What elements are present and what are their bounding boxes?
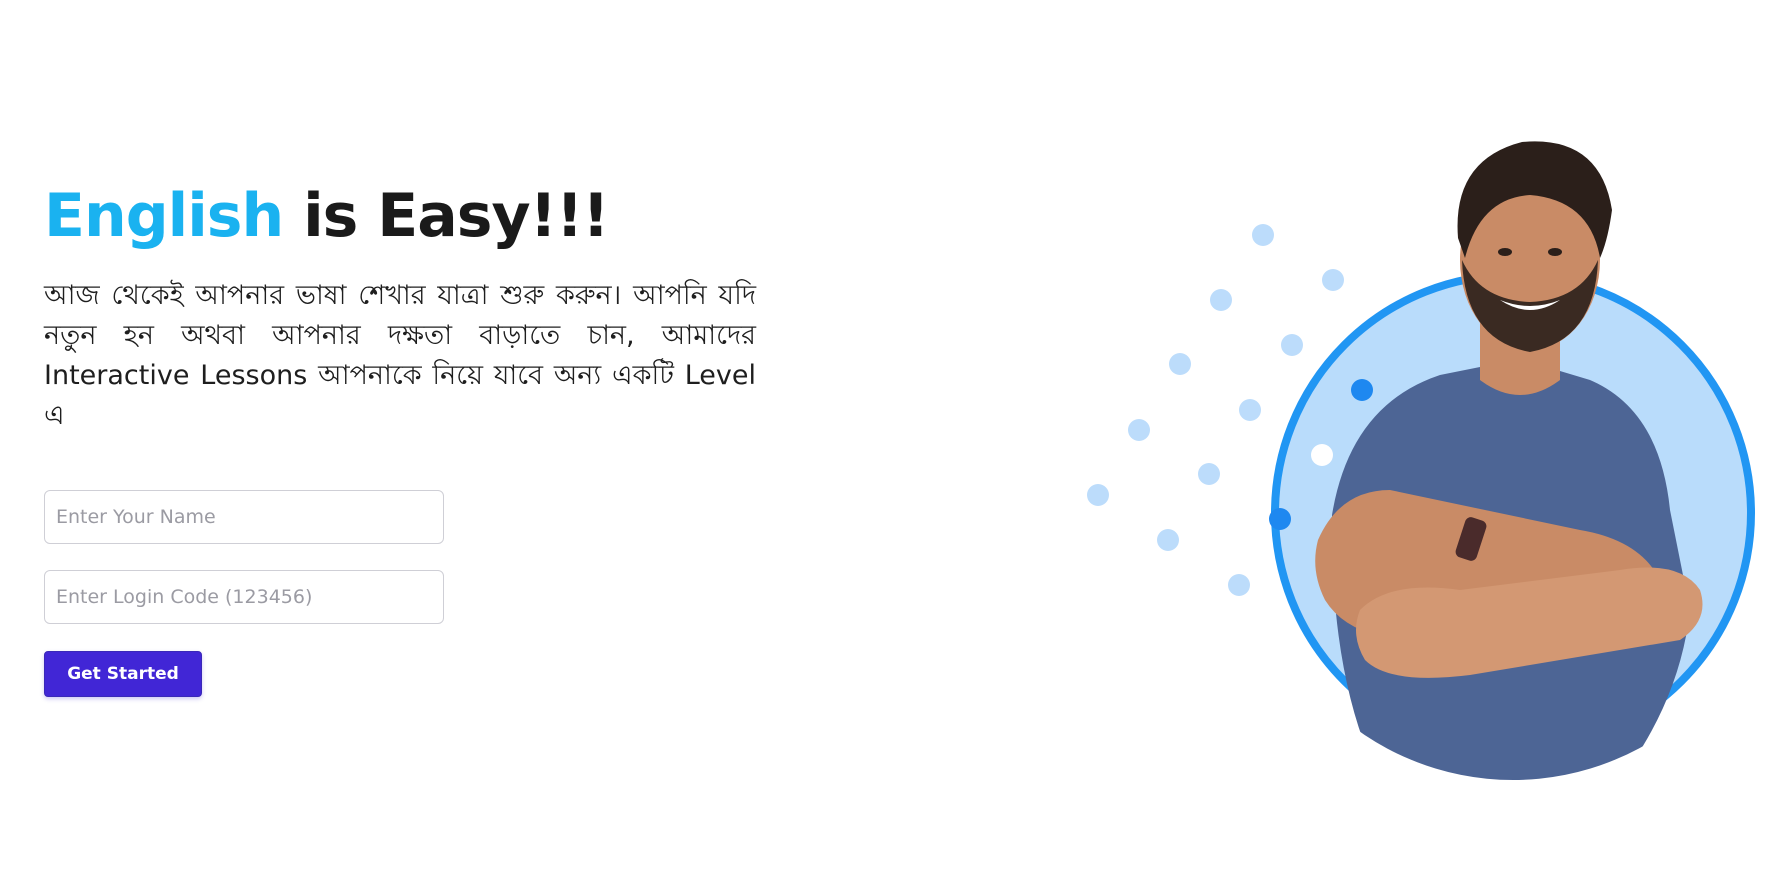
title-rest: is Easy!!! [283, 181, 610, 251]
eye [1498, 248, 1512, 256]
dot [1210, 289, 1232, 311]
dot [1281, 334, 1303, 356]
name-input[interactable] [44, 490, 444, 544]
dot [1239, 399, 1261, 421]
person-illustration [1315, 141, 1703, 780]
dot [1311, 444, 1333, 466]
dot [1228, 574, 1250, 596]
dot [1198, 463, 1220, 485]
dot [1128, 419, 1150, 441]
hero-text-column: English is Easy!!! আজ থেকেই আপনার ভাষা শ… [44, 178, 756, 697]
dot [1169, 353, 1191, 375]
title-accent: English [44, 181, 284, 251]
login-code-input[interactable] [44, 570, 444, 624]
dot [1393, 269, 1415, 291]
dot [1322, 269, 1344, 291]
dot [1252, 224, 1274, 246]
get-started-button[interactable]: Get Started [44, 651, 202, 697]
eye [1548, 248, 1562, 256]
page-title: English is Easy!!! [44, 178, 756, 254]
dot [1269, 508, 1291, 530]
dot [1087, 484, 1109, 506]
dot [1157, 529, 1179, 551]
hero-illustration [1087, 141, 1755, 780]
login-form: Get Started [44, 490, 756, 697]
hero-description: আজ থেকেই আপনার ভাষা শেখার যাত্রা শুরু কর… [44, 280, 756, 431]
dot [1351, 379, 1373, 401]
hero-section: English is Easy!!! আজ থেকেই আপনার ভাষা শ… [0, 0, 1786, 893]
